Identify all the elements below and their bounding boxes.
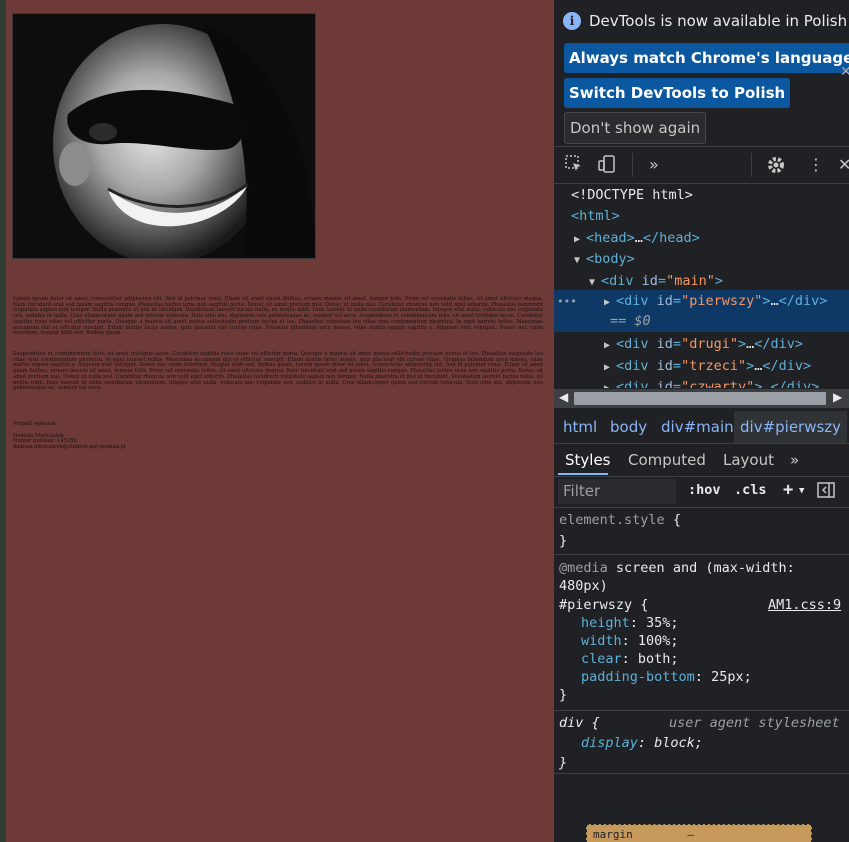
box-model-margin[interactable]: margin –	[586, 824, 812, 842]
scrollbar-thumb[interactable]	[574, 392, 826, 405]
dom-head[interactable]: ▶ <head>…</head>	[574, 228, 700, 249]
toggle-sidebar-icon[interactable]	[817, 482, 835, 502]
user-agent-rule: div { user agent stylesheet display: blo…	[554, 711, 849, 774]
expand-triangle-icon[interactable]: ▶	[574, 229, 586, 250]
breadcrumb-html[interactable]: html	[563, 418, 597, 436]
rule-close-brace: }	[559, 533, 568, 549]
more-tabs-icon[interactable]: »	[649, 155, 659, 174]
node-actions-icon[interactable]: •••	[557, 291, 577, 312]
dom-html[interactable]: <html>	[571, 206, 620, 227]
rule-close-brace: }	[559, 755, 568, 771]
css-prop-height[interactable]: height: 35%;	[581, 614, 679, 632]
styles-filter-input[interactable]: Filter	[558, 479, 676, 504]
rule-close-brace: }	[559, 687, 568, 703]
credits-block: Projekt wykonał: Damian Mielczarek Numer…	[13, 421, 126, 451]
header-photo	[12, 13, 316, 259]
switch-to-polish-button[interactable]: Switch DevTools to Polish	[564, 78, 791, 108]
new-style-rule-icon[interactable]: +	[783, 480, 793, 500]
dom-doctype[interactable]: <!DOCTYPE html>	[571, 185, 693, 206]
tab-styles[interactable]: Styles	[565, 451, 611, 469]
rule-menu-chevron-icon[interactable]: ▼	[799, 486, 804, 496]
device-toolbar-icon[interactable]	[598, 155, 618, 177]
scroll-left-icon[interactable]: ◀	[559, 390, 568, 404]
credits-email[interactable]: damian.mielczarek@student.put.poznan.pl	[13, 444, 126, 451]
dont-show-again-button[interactable]: Don't show again	[564, 112, 707, 144]
stylesheet-source-link[interactable]: AM1.css:9	[768, 596, 841, 614]
styles-pane: element.style { } @media screen and (max…	[554, 508, 849, 842]
lorem-paragraph-1: Lorem ipsum dolor sit amet, consectetur …	[13, 296, 543, 337]
expand-triangle-icon[interactable]: ▶	[604, 357, 616, 378]
scroll-right-icon[interactable]: ▶	[833, 390, 842, 404]
breadcrumb-body[interactable]: body	[610, 418, 647, 436]
dom-div-drugi[interactable]: ▶ <div id="drugi">…</div>	[604, 334, 803, 355]
selected-node-marker: == $0	[610, 313, 651, 329]
class-toggle[interactable]: .cls	[734, 482, 767, 498]
element-style-rule: element.style { }	[554, 508, 849, 555]
box-model-margin-label: margin	[593, 828, 633, 841]
rule-selector-pierwszy[interactable]: #pierwszy {	[559, 596, 648, 614]
hover-state-toggle[interactable]: :hov	[688, 482, 721, 498]
inspect-element-icon[interactable]	[565, 155, 583, 177]
toolbar-separator	[751, 153, 752, 177]
portrait-image	[13, 14, 315, 258]
infobar-title: i DevTools is now available in Polish!	[563, 12, 849, 30]
credits-title: Projekt wykonał:	[13, 421, 58, 427]
active-tab-indicator	[558, 473, 608, 475]
tab-layout[interactable]: Layout	[723, 451, 774, 469]
info-icon: i	[563, 12, 581, 30]
dom-div-pierwszy[interactable]: ▶ <div id="pierwszy">…</div>	[604, 291, 827, 312]
lorem-paragraph-2: Suspendisse et condimentum felis, sit am…	[13, 351, 543, 392]
infobar-text: DevTools is now available in Polish!	[589, 12, 849, 30]
css-prop-padding-bottom[interactable]: padding-bottom: 25px;	[581, 668, 752, 686]
kebab-menu-icon[interactable]: ⋮	[808, 155, 824, 174]
expand-triangle-icon[interactable]: ▶	[604, 335, 616, 356]
devtools-toolbar: » ⋮ ✕	[554, 146, 849, 184]
elements-dom-tree: <!DOCTYPE html> <html> ▶ <head>…</head> ▼…	[554, 183, 849, 388]
webpage-viewport: Lorem ipsum dolor sit amet, consectetur …	[0, 0, 554, 842]
breadcrumb: html body div#main div#pierwszy	[554, 411, 849, 444]
ua-prop-display: display: block;	[581, 735, 703, 751]
css-prop-clear[interactable]: clear: both;	[581, 650, 679, 668]
window-edge	[0, 0, 6, 842]
element-style-selector[interactable]: element.style {	[559, 511, 681, 529]
breadcrumb-div-pierwszy[interactable]: div#pierwszy	[734, 411, 848, 443]
more-tabs-icon[interactable]: »	[790, 451, 799, 469]
tab-computed[interactable]: Computed	[628, 451, 706, 469]
media-query-continued: 480px)	[559, 578, 608, 594]
sidebar-tabs: Styles Computed Layout »	[554, 444, 849, 477]
ua-selector[interactable]: div {	[559, 714, 600, 732]
breadcrumb-div-main[interactable]: div#main	[661, 418, 734, 436]
media-query: @media screen and (max-width:	[559, 560, 795, 576]
close-icon[interactable]: ✕	[840, 64, 849, 80]
toolbar-separator	[632, 153, 633, 177]
dom-div-main[interactable]: ▼ <div id="main">	[589, 271, 723, 292]
settings-gear-icon[interactable]	[766, 155, 786, 179]
close-devtools-icon[interactable]: ✕	[838, 155, 849, 174]
language-infobar: i DevTools is now available in Polish! A…	[554, 0, 849, 145]
expand-triangle-icon[interactable]: ▶	[604, 378, 616, 388]
dom-div-trzeci[interactable]: ▶ <div id="trzeci">…</div>	[604, 356, 811, 377]
pierwszy-media-rule: @media screen and (max-width: 480px) #pi…	[554, 555, 849, 711]
horizontal-scrollbar[interactable]: ◀ ▶	[554, 389, 849, 408]
devtools-panel: i DevTools is now available in Polish! A…	[554, 0, 849, 842]
user-agent-stylesheet-label: user agent stylesheet	[669, 715, 840, 731]
dom-div-czwarty[interactable]: ▶<div id="czwarty">…</div>	[604, 377, 819, 388]
css-prop-width[interactable]: width: 100%;	[581, 632, 679, 650]
always-match-language-button[interactable]: Always match Chrome's language	[564, 43, 849, 73]
collapse-triangle-icon[interactable]: ▼	[574, 250, 586, 271]
styles-filter-bar: Filter :hov .cls + ▼	[554, 477, 849, 508]
expand-triangle-icon[interactable]: ▶	[604, 292, 616, 313]
box-model-margin-value: –	[687, 828, 694, 841]
dom-body[interactable]: ▼ <body>	[574, 249, 635, 270]
collapse-triangle-icon[interactable]: ▼	[589, 272, 601, 293]
